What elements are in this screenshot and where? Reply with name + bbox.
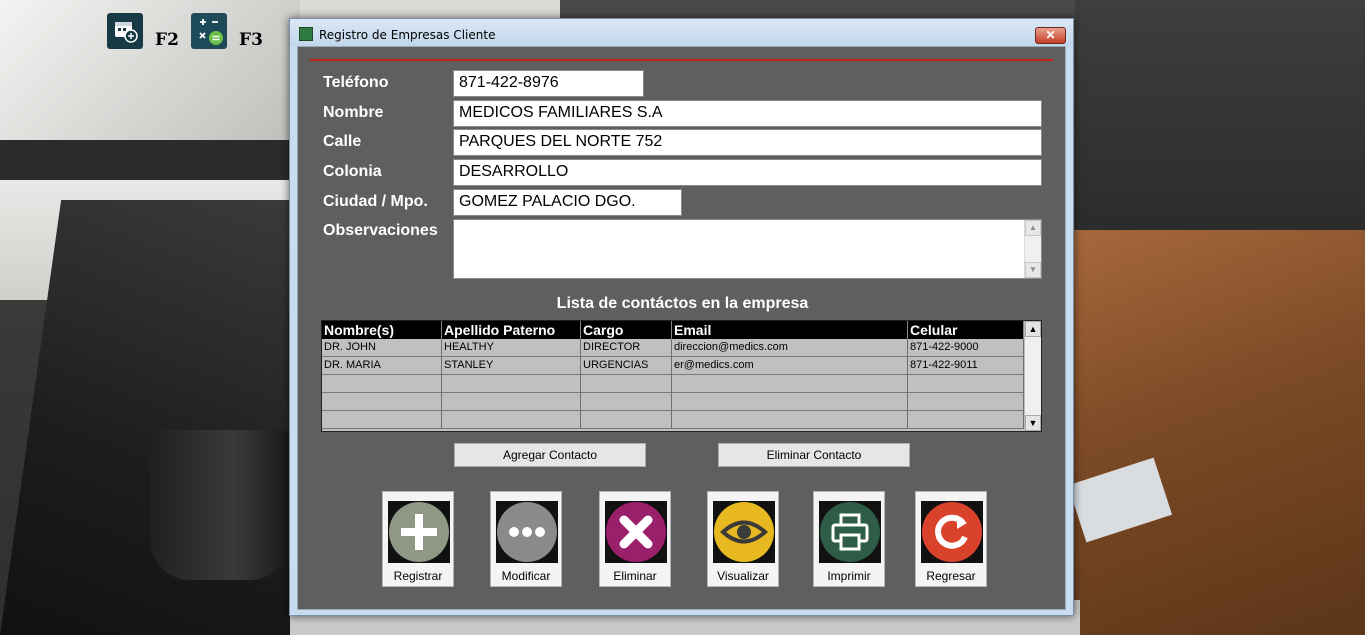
imprimir-button[interactable]: Imprimir [813, 491, 885, 587]
background-table [1040, 230, 1365, 635]
cell-apellido[interactable]: HEALTHY [442, 339, 581, 357]
cell-cargo[interactable] [581, 411, 672, 429]
cell-email[interactable] [672, 411, 908, 429]
regresar-button[interactable]: Regresar [915, 491, 987, 587]
cell-nombre[interactable] [322, 411, 442, 429]
registrar-label: Registrar [393, 569, 443, 583]
column-header-nombre[interactable]: Nombre(s) [322, 321, 442, 339]
background-frame [0, 140, 290, 180]
scroll-up-icon[interactable]: ▲ [1025, 321, 1041, 337]
table-header: Nombre(s) Apellido Paterno Cargo Email C… [322, 321, 1024, 339]
cell-email[interactable]: direccion@medics.com [672, 339, 908, 357]
calle-label: Calle [323, 133, 362, 150]
cell-celular[interactable] [908, 375, 1024, 393]
observaciones-scrollbar[interactable]: ▲ ▼ [1024, 220, 1041, 278]
delete-contact-button[interactable]: Eliminar Contacto [718, 443, 910, 467]
background-shadow [1075, 0, 1365, 250]
cell-nombre[interactable] [322, 393, 442, 411]
regresar-label: Regresar [926, 569, 976, 583]
eliminar-label: Eliminar [613, 569, 657, 583]
cell-apellido[interactable] [442, 393, 581, 411]
telefono-field[interactable]: 871-422-8976 [453, 70, 644, 97]
cell-nombre[interactable]: DR. MARIA [322, 357, 442, 375]
colonia-field[interactable]: DESARROLLO [453, 159, 1042, 186]
header-divider [310, 59, 1053, 61]
cell-cargo[interactable] [581, 393, 672, 411]
observaciones-label: Observaciones [323, 222, 438, 239]
registrar-button[interactable]: Registrar [382, 491, 454, 587]
background-window [0, 0, 300, 150]
table-scrollbar[interactable]: ▲ ▼ [1024, 321, 1041, 431]
modificar-label: Modificar [501, 569, 551, 583]
cell-nombre[interactable]: DR. JOHN [322, 339, 442, 357]
table-row[interactable] [322, 411, 1024, 429]
cell-celular[interactable] [908, 393, 1024, 411]
cell-nombre[interactable] [322, 375, 442, 393]
cell-cargo[interactable] [581, 375, 672, 393]
nombre-label: Nombre [323, 104, 384, 121]
cell-email[interactable] [672, 393, 908, 411]
column-header-celular[interactable]: Celular [908, 321, 1024, 339]
cell-celular[interactable]: 871-422-9011 [908, 357, 1024, 375]
form-panel: Teléfono 871-422-8976 Nombre MEDICOS FAM… [297, 46, 1066, 610]
redo-icon [921, 501, 983, 563]
contacts-title: Lista de contáctos en la empresa [556, 295, 809, 312]
scroll-down-icon[interactable]: ▼ [1025, 262, 1041, 278]
table-row[interactable]: DR. JOHN HEALTHY DIRECTOR direccion@medi… [322, 339, 1024, 357]
plus-icon [388, 501, 450, 563]
printer-icon [819, 501, 881, 563]
scroll-up-icon[interactable]: ▲ [1025, 220, 1041, 236]
f2-shortcut-label: F2 [155, 30, 179, 50]
more-icon [496, 501, 558, 563]
contacts-table[interactable]: Nombre(s) Apellido Paterno Cargo Email C… [321, 320, 1042, 432]
cell-celular[interactable]: 871-422-9000 [908, 339, 1024, 357]
title-bar[interactable]: Registro de Empresas Cliente ✕ [290, 19, 1073, 46]
add-contact-button[interactable]: Agregar Contacto [454, 443, 646, 467]
scroll-down-icon[interactable]: ▼ [1025, 415, 1041, 431]
colonia-label: Colonia [323, 163, 382, 180]
close-button[interactable]: ✕ [1035, 27, 1066, 44]
nombre-field[interactable]: MEDICOS FAMILIARES S.A [453, 100, 1042, 127]
cell-apellido[interactable]: STANLEY [442, 357, 581, 375]
app-icon [299, 27, 313, 41]
observaciones-textarea[interactable]: ▲ ▼ [453, 219, 1042, 279]
eliminar-button[interactable]: Eliminar [599, 491, 671, 587]
table-row[interactable] [322, 375, 1024, 393]
observaciones-value [454, 220, 1041, 226]
cell-email[interactable] [672, 375, 908, 393]
registro-empresas-window: Registro de Empresas Cliente ✕ Teléfono … [289, 18, 1074, 616]
ciudad-field[interactable]: GOMEZ PALACIO DGO. [453, 189, 682, 216]
imprimir-label: Imprimir [827, 569, 871, 583]
cell-cargo[interactable]: DIRECTOR [581, 339, 672, 357]
cell-apellido[interactable] [442, 375, 581, 393]
telefono-label: Teléfono [323, 74, 389, 91]
visualizar-button[interactable]: Visualizar [707, 491, 779, 587]
eye-icon [713, 501, 775, 563]
window-title: Registro de Empresas Cliente [319, 28, 496, 42]
cell-email[interactable]: er@medics.com [672, 357, 908, 375]
modificar-button[interactable]: Modificar [490, 491, 562, 587]
table-row[interactable] [322, 393, 1024, 411]
column-header-apellido[interactable]: Apellido Paterno [442, 321, 581, 339]
calendar-add-icon[interactable] [107, 13, 143, 49]
cell-cargo[interactable]: URGENCIAS [581, 357, 672, 375]
cell-celular[interactable] [908, 411, 1024, 429]
cross-icon [605, 501, 667, 563]
background-mug [150, 430, 290, 580]
calle-field[interactable]: PARQUES DEL NORTE 752 [453, 129, 1042, 156]
table-row[interactable]: DR. MARIA STANLEY URGENCIAS er@medics.co… [322, 357, 1024, 375]
ciudad-label: Ciudad / Mpo. [323, 193, 428, 210]
visualizar-label: Visualizar [717, 569, 769, 583]
column-header-email[interactable]: Email [672, 321, 908, 339]
cell-apellido[interactable] [442, 411, 581, 429]
f3-shortcut-label: F3 [239, 30, 263, 50]
calculator-icon[interactable] [191, 13, 227, 49]
column-header-cargo[interactable]: Cargo [581, 321, 672, 339]
